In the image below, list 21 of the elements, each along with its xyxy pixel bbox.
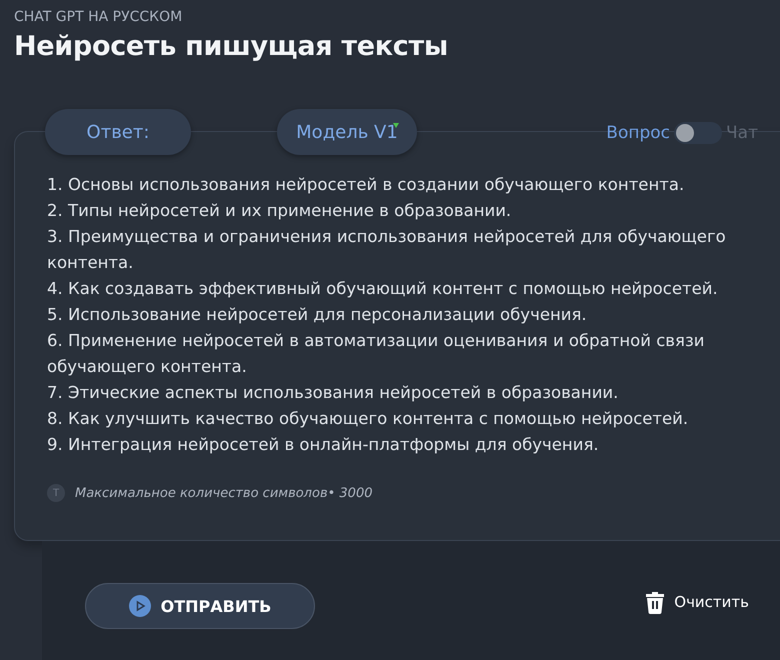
answer-list-item: 5. Использование нейросетей для персонализации обучения. [47,304,587,326]
answer-list-item: 3. Преимущества и ограничения использования нейросетей для обучающего контента. [47,226,727,274]
send-button[interactable]: ОТПРАВИТЬ [85,583,315,629]
character-limit-note: Максимальное количество символов• 3000 [75,486,372,500]
answer-label: Ответ: [45,109,191,155]
answer-list-item: 6. Применение нейросетей в автоматизации оценивания и обратной связи обучающего контента. [47,330,706,378]
clear-button[interactable]: Очистить [638,589,755,615]
trash-icon [644,590,666,614]
question-mode-label: Вопрос [606,123,670,143]
answer-list-item: 2. Типы нейросетей и их применение в образовании. [47,200,512,222]
answer-list-item: 7. Этические аспекты использования нейросетей в образовании. [47,382,618,404]
answer-list-item: 4. Как создавать эффективный обучающий контент с помощью нейросетей. [47,278,718,300]
mode-toggle[interactable] [674,122,722,144]
page-title: Нейросеть пишущая тексты [14,31,448,62]
answer-list-item: 1. Основы использования нейросетей в создании обучающего контента. [47,174,684,196]
site-name: CHAT GPT НА РУССКОМ [14,9,182,25]
model-dropdown[interactable]: Модель V1 [277,109,417,155]
chat-mode-label: Чат [726,123,758,143]
answer-list-item: 9. Интеграция нейросетей в онлайн-платформы для обучения. [47,434,599,456]
play-icon [128,595,151,617]
answer-list-item: 8. Как улучшить качество обучающего контента с помощью нейросетей. [47,408,688,430]
